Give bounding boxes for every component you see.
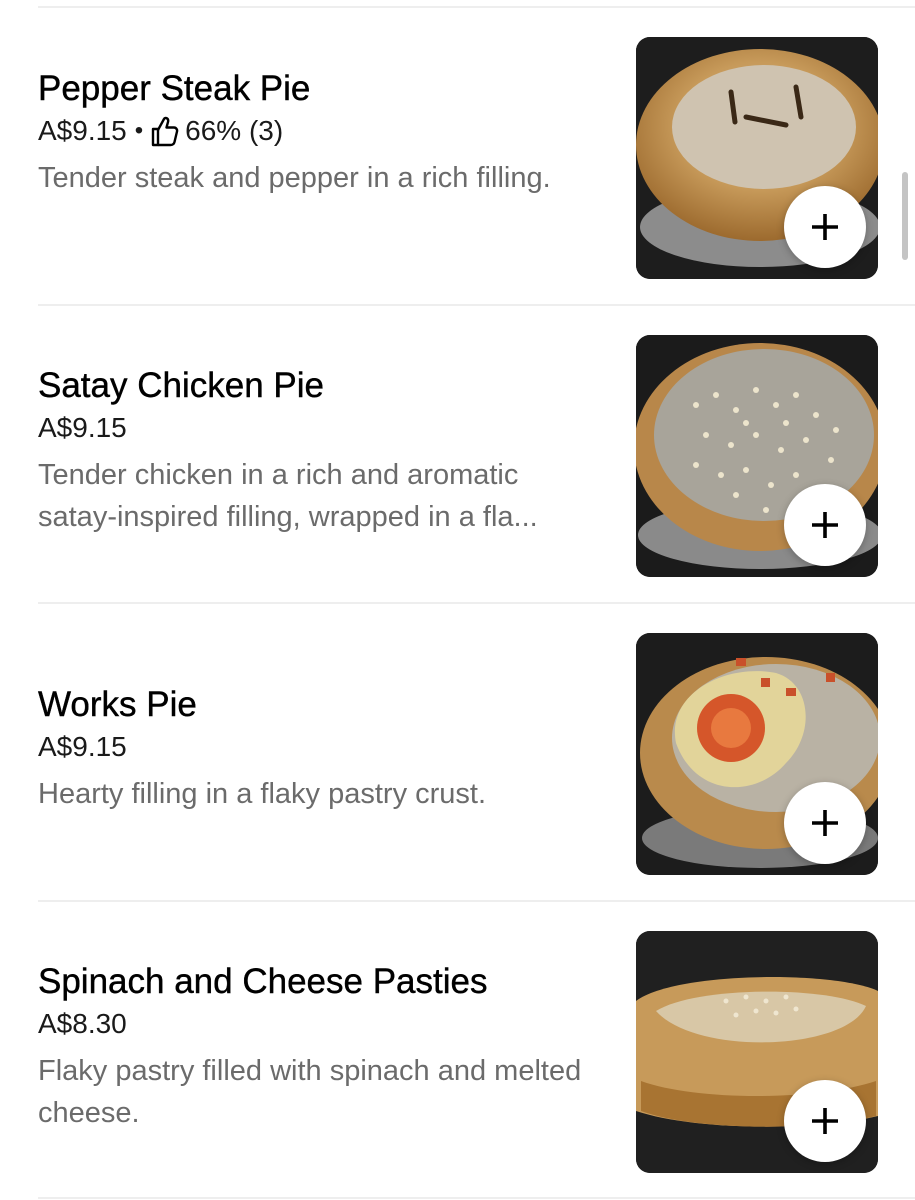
- item-text: Pepper Steak Pie A$9.15 • 66% (3) Tender…: [38, 68, 623, 199]
- plus-icon: [812, 512, 838, 538]
- add-to-cart-button[interactable]: [784, 1080, 866, 1162]
- item-text: Satay Chicken Pie A$9.15 Tender chicken …: [38, 365, 623, 538]
- item-text: Works Pie A$9.15 Hearty filling in a fla…: [38, 684, 623, 815]
- item-text: Spinach and Cheese Pasties A$8.30 Flaky …: [38, 961, 623, 1134]
- item-description-line: satay-inspired filling, wrapped in a fla…: [38, 501, 538, 533]
- thumbs-up-icon: [149, 115, 179, 147]
- menu-item-pepper-steak-pie[interactable]: Pepper Steak Pie A$9.15 • 66% (3) Tender…: [0, 8, 915, 306]
- item-title: Works Pie: [38, 685, 197, 724]
- plus-icon: [812, 810, 838, 836]
- item-price: A$9.15: [38, 412, 127, 443]
- item-description: Tender steak and pepper in a rich fillin…: [38, 162, 551, 194]
- item-title: Pepper Steak Pie: [38, 69, 311, 108]
- item-price: A$9.15: [38, 731, 127, 762]
- item-description-line: Tender chicken in a rich and aromatic: [38, 459, 519, 491]
- item-meta: A$8.30: [38, 1006, 623, 1042]
- menu-item-works-pie[interactable]: Works Pie A$9.15 Hearty filling in a fla…: [0, 604, 915, 902]
- add-to-cart-button[interactable]: [784, 186, 866, 268]
- divider: [38, 1197, 915, 1199]
- item-price: A$9.15: [38, 115, 127, 146]
- item-title: Spinach and Cheese Pasties: [38, 962, 488, 1001]
- item-meta: A$9.15 • 66% (3): [38, 113, 623, 149]
- item-description: Hearty filling in a flaky pastry crust.: [38, 778, 487, 810]
- item-price: A$8.30: [38, 1008, 127, 1039]
- plus-icon: [812, 1108, 838, 1134]
- scrollbar[interactable]: [902, 172, 908, 260]
- menu-item-list: Pepper Steak Pie A$9.15 • 66% (3) Tender…: [0, 0, 915, 1200]
- item-title: Satay Chicken Pie: [38, 366, 324, 405]
- item-description: Tender chicken in a rich and aromatic sa…: [38, 454, 623, 538]
- menu-item-spinach-and-cheese-pasties[interactable]: Spinach and Cheese Pasties A$8.30 Flaky …: [0, 902, 915, 1200]
- menu-item-satay-chicken-pie[interactable]: Satay Chicken Pie A$9.15 Tender chicken …: [0, 306, 915, 604]
- plus-icon: [812, 214, 838, 240]
- item-meta: A$9.15: [38, 410, 623, 446]
- item-meta: A$9.15: [38, 729, 623, 765]
- add-to-cart-button[interactable]: [784, 484, 866, 566]
- item-description: Flaky pastry filled with spinach and mel…: [38, 1055, 582, 1129]
- item-rating: 66% (3): [185, 115, 284, 146]
- meta-separator: •: [134, 117, 144, 144]
- add-to-cart-button[interactable]: [784, 782, 866, 864]
